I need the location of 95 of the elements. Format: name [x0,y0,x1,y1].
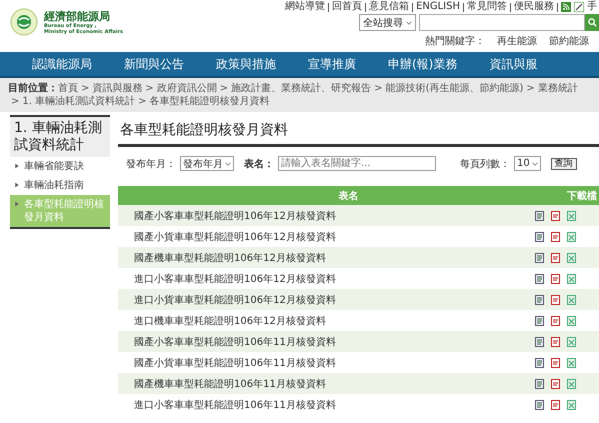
page-title: 各車型耗能證明核發月資料 [118,115,599,147]
pdf-icon[interactable] [551,252,560,262]
pdf-icon[interactable] [551,210,560,220]
top-link[interactable]: 網站導覽 [285,2,326,12]
breadcrumb-separator: > [374,83,383,94]
breadcrumb-label: 目前位置： [8,83,58,94]
pdf-icon[interactable] [551,232,560,242]
breadcrumb-link[interactable]: 各車型耗能證明核發月資料 [150,96,270,107]
spreadsheet-icon[interactable] [567,358,576,368]
per-page-select[interactable]: 10 [514,156,541,171]
table-cell[interactable]: 進口小客車車型耗能證明106年11月核發資料 [134,398,535,412]
spreadsheet-icon[interactable] [567,336,576,346]
breadcrumb-link[interactable]: 資訊與服務 [92,83,142,94]
spreadsheet-icon[interactable] [567,294,576,304]
breadcrumb-link[interactable]: 業務統計 [538,83,578,94]
filter-label: 每頁列數： [460,158,510,170]
spreadsheet-icon[interactable] [567,274,576,284]
logo-title: 經濟部能源局 [44,10,111,22]
document-icon[interactable] [535,316,544,326]
triangle-bullet-icon [14,201,20,207]
nav-item[interactable]: 宣導推廣 [308,56,356,72]
breadcrumb-link[interactable]: 政府資訊公開 [156,83,217,94]
nav-item[interactable]: 認識能源局 [32,56,92,72]
spreadsheet-icon[interactable] [567,378,576,388]
document-icon[interactable] [535,232,544,242]
month-select[interactable]: 發布年月 [180,156,234,171]
document-icon[interactable] [535,274,544,284]
table-cell[interactable]: 國產機車車型耗能證明106年12月核發資料 [134,250,535,264]
name-input-field[interactable]: 請輸入表名關鍵字... [278,156,436,171]
sidebar-title: 1. 車輛油耗測試資料統計 [10,117,110,157]
query-button[interactable]: 查詢 [550,158,577,170]
breadcrumb-separator: > [11,96,20,107]
caret-icon [406,20,412,26]
pdf-icon[interactable] [551,400,560,410]
rss-icon[interactable] [561,2,571,12]
spreadsheet-icon[interactable] [567,252,576,262]
column-header: 表名 [338,190,360,202]
pdf-icon[interactable] [551,316,560,326]
filter-label: 發布年月： [126,158,176,170]
breadcrumb-separator: > [81,83,90,94]
breadcrumb-link[interactable]: 首頁 [58,83,78,94]
nav-item[interactable]: 資訊與服 [489,56,538,72]
top-link[interactable]: ENGLISH [416,2,460,12]
document-icon[interactable] [535,210,544,220]
search-icon [588,18,596,27]
table-cell[interactable]: 進口小客車車型耗能證明106年12月核發資料 [134,272,535,286]
logo-icon [10,8,38,36]
breadcrumb-separator: > [526,83,535,94]
table-cell[interactable]: 國產小客車車型耗能證明106年12月核發資料 [134,208,535,222]
hot-keyword-link[interactable]: 節約能源 [549,34,589,48]
top-link[interactable]: 手 [587,2,597,12]
triangle-bullet-icon [14,182,20,188]
search-field[interactable] [419,14,585,31]
nav-item[interactable]: 政策與措施 [216,56,276,72]
pdf-icon[interactable] [551,294,560,304]
filter-label: 表名： [244,158,274,170]
spreadsheet-icon[interactable] [567,232,576,242]
pdf-icon[interactable] [551,378,560,388]
document-icon[interactable] [535,336,544,346]
document-icon[interactable] [535,400,544,410]
breadcrumb-separator: > [220,83,228,94]
table-cell[interactable]: 進口小貨車車型耗能證明106年12月核發資料 [134,292,535,306]
search-scope-select[interactable]: 全站搜尋 [359,14,416,31]
document-icon[interactable] [535,294,544,304]
nav-item[interactable]: 新聞與公告 [124,56,184,72]
breadcrumb-link[interactable]: 施政計畫、業務統計、研究報告 [231,83,372,94]
top-link[interactable]: 便民服務 [514,2,554,12]
top-link[interactable]: 回首頁 [332,2,362,12]
document-icon[interactable] [535,378,544,388]
pdf-icon[interactable] [551,358,560,368]
top-link[interactable]: 意見信箱 [369,2,410,12]
table-cell[interactable]: 國產機車車型耗能證明106年11月核發資料 [134,376,535,390]
caret-icon [532,160,538,166]
spreadsheet-icon[interactable] [567,210,576,220]
caret-icon [225,160,231,166]
pdf-icon[interactable] [551,274,560,284]
document-icon[interactable] [535,358,544,368]
hot-keyword-link[interactable]: 再生能源 [497,34,537,48]
spreadsheet-icon[interactable] [567,400,576,410]
table-cell[interactable]: 進口機車車型耗能證明106年12月核發資料 [134,314,535,328]
table-cell[interactable]: 國產小貨車車型耗能證明106年11月核發資料 [134,356,535,370]
hot-keywords-label: 熱門關鍵字： [425,34,485,48]
pdf-icon[interactable] [551,336,560,346]
top-link[interactable]: 常見問答 [467,2,507,12]
breadcrumb-link[interactable]: 能源技術(再生能源、節約能源) [386,83,524,94]
table-cell[interactable]: 國產小貨車車型耗能證明106年12月核發資料 [134,230,535,244]
breadcrumb-separator: > [138,96,147,107]
breadcrumb-link[interactable]: 1. 車輛油耗測試資料統計 [22,96,136,107]
table-cell[interactable]: 國產小客車車型耗能證明106年11月核發資料 [134,334,535,348]
triangle-bullet-icon [14,163,20,169]
column-header: 下載檔 [566,190,598,202]
document-icon[interactable] [535,252,544,262]
spreadsheet-icon[interactable] [567,316,576,326]
nav-item[interactable]: 申辦(報)業務 [388,56,458,72]
breadcrumb-separator: > [145,83,154,94]
